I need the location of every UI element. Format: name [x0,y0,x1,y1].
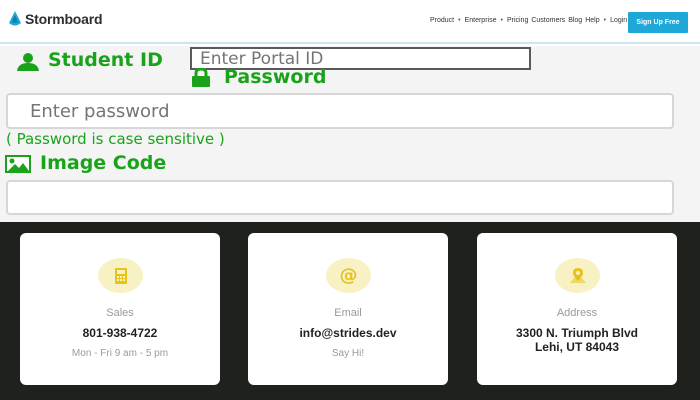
address-card: Address 3300 N. Triumph Blvd Lehi, UT 84… [477,233,677,385]
address-line-2: Lehi, UT 84043 [534,340,620,354]
map-pin-icon [569,267,586,283]
address-title: Address [556,307,598,319]
password-hint: ( Password is case sensitive ) [6,130,225,148]
user-icon [17,53,39,71]
email-title: Email [334,307,362,319]
sales-title: Sales [106,307,134,319]
nav-blog[interactable]: Blog [568,17,582,24]
main-nav: Product • Enterprise • Pricing Customers… [430,17,636,24]
nav-separator: • [500,17,503,24]
email-card: @ Email info@strides.dev Say Hi! [248,233,448,385]
nav-separator: • [603,17,607,24]
login-form: Student ID Password ( Password is case s… [0,46,700,222]
image-code-input[interactable] [6,180,674,215]
calculator-icon [114,267,127,284]
top-navbar: Stormboard Product • Enterprise • Pricin… [0,0,700,44]
nav-product[interactable]: Product [430,17,454,24]
student-id-label: Student ID [48,49,163,71]
stormboard-logo-icon [9,11,21,26]
signup-button[interactable]: Sign Up Free [628,12,688,33]
sales-phone[interactable]: 801-938-4722 [20,326,220,341]
contact-section: Sales 801-938-4722 Mon - Fri 9 am - 5 pm… [0,222,700,400]
calculator-icon-wrap [98,258,143,293]
nav-help[interactable]: Help [585,17,599,24]
at-sign-icon: @ [339,265,358,286]
nav-separator: • [458,17,461,24]
image-icon [5,155,31,173]
email-address[interactable]: info@strides.dev [248,326,448,341]
sales-card: Sales 801-938-4722 Mon - Fri 9 am - 5 pm [20,233,220,385]
nav-customers[interactable]: Customers [531,17,565,24]
image-code-label: Image Code [40,152,167,174]
address-line-1: 3300 N. Triumph Blvd [515,326,639,340]
map-pin-icon-wrap [555,258,600,293]
nav-enterprise[interactable]: Enterprise [465,17,497,24]
email-tagline: Say Hi! [331,348,365,359]
password-input[interactable] [6,93,674,129]
nav-pricing[interactable]: Pricing [507,17,528,24]
lock-icon [192,68,210,87]
stormboard-logo[interactable]: Stormboard [8,11,103,27]
logo-text: Stormboard [25,11,103,27]
password-label: Password [224,66,327,88]
sales-hours: Mon - Fri 9 am - 5 pm [71,348,169,359]
at-sign-icon-wrap: @ [326,258,371,293]
